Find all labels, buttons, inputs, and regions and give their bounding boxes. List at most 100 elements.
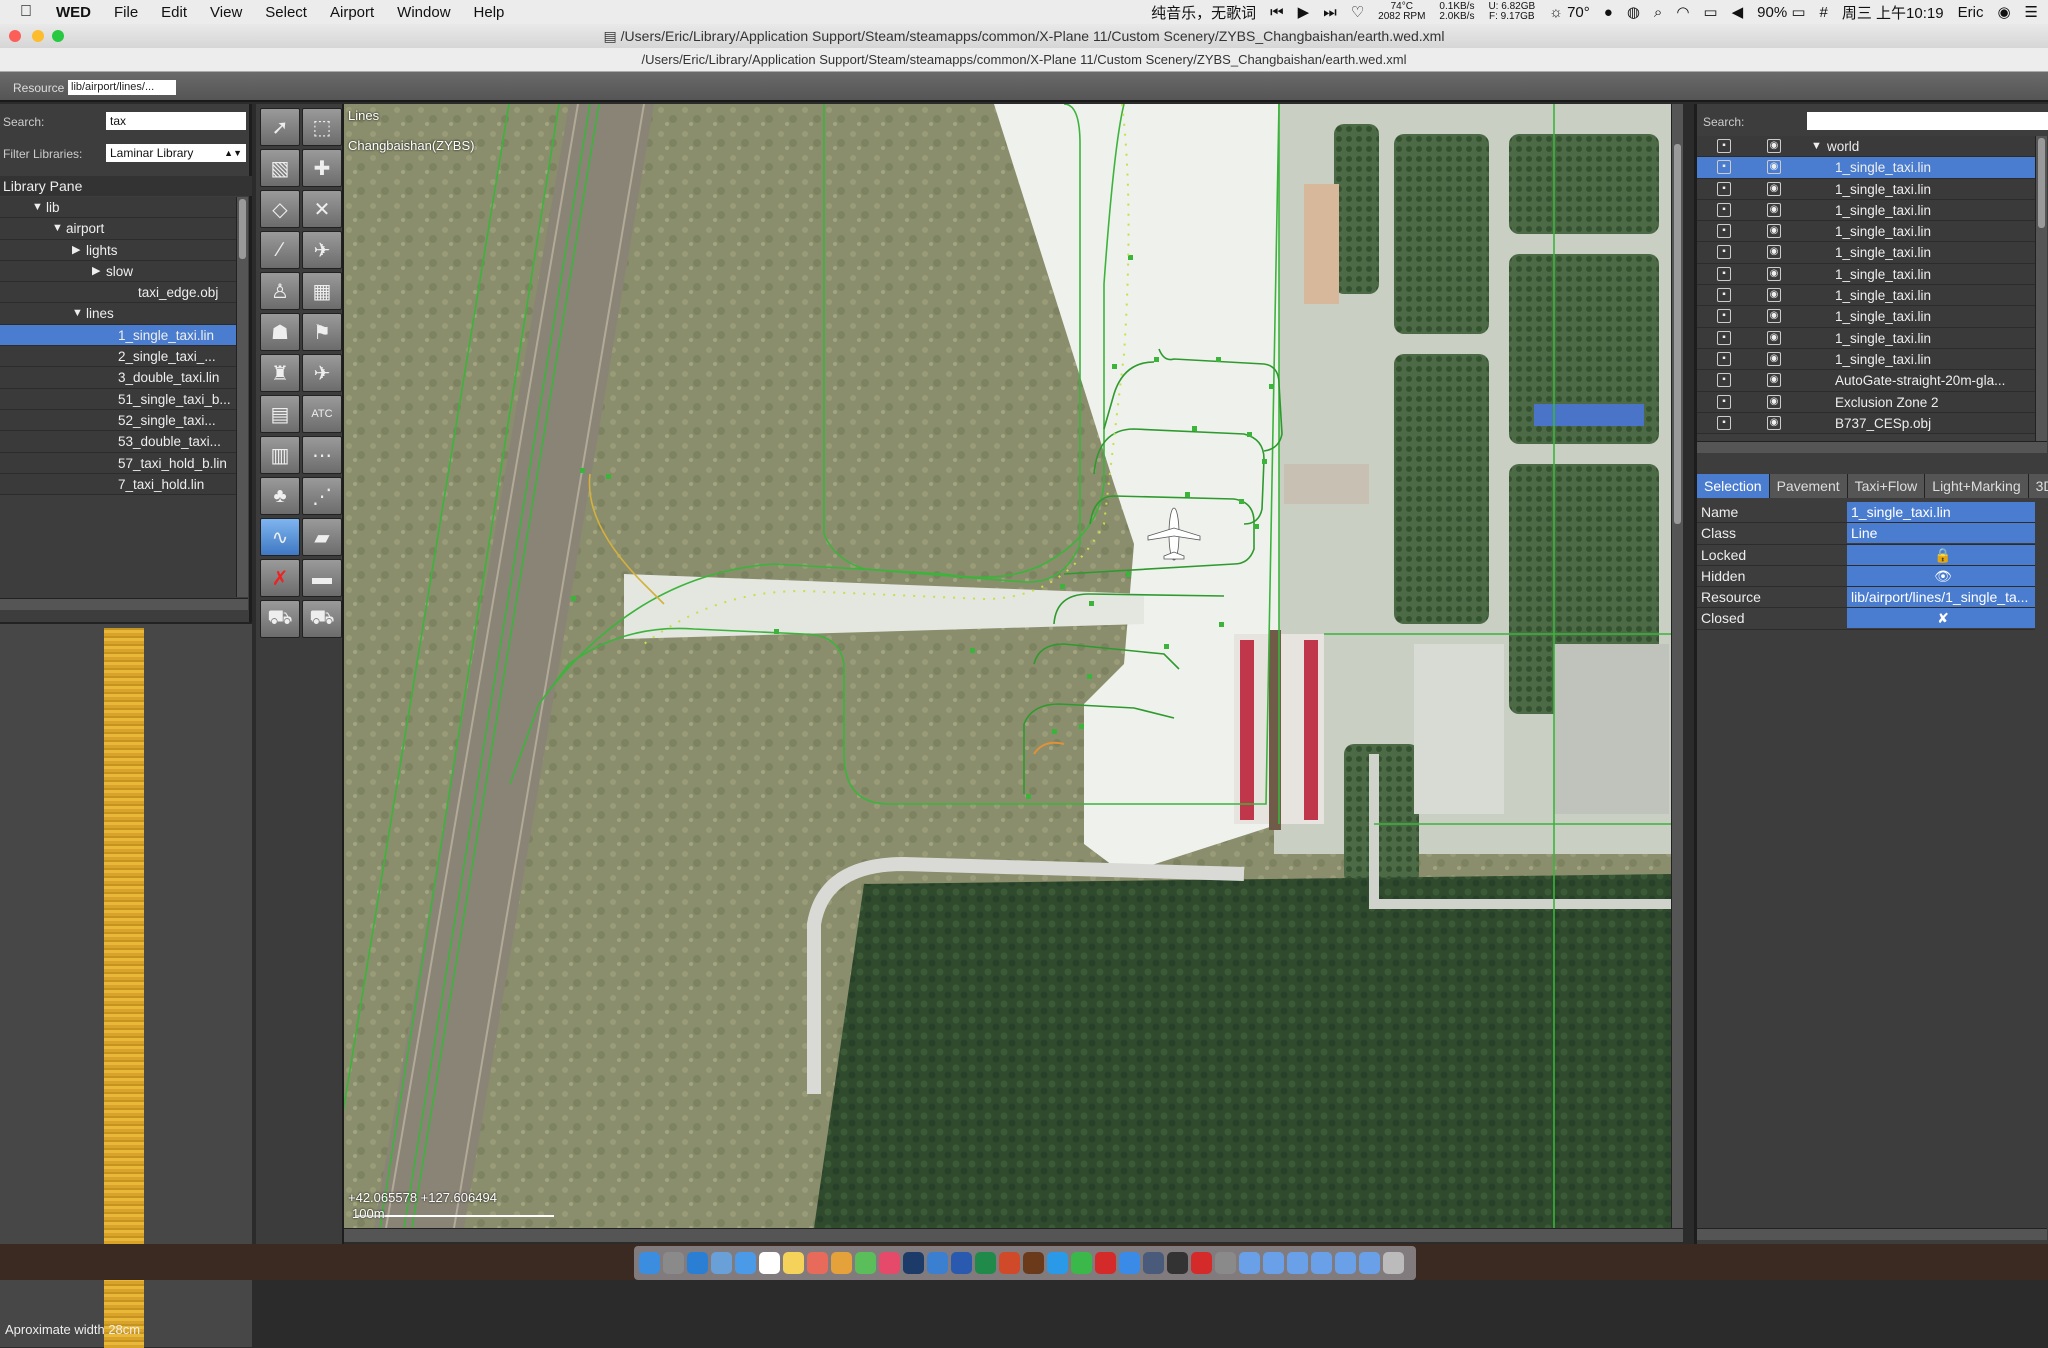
world-tree-item[interactable]: ▪ ◉ 1_single_taxi.lin xyxy=(1697,306,2035,328)
world-tree-item[interactable]: ▪ ◉ 1_single_taxi.lin xyxy=(1697,348,2035,371)
dock-acrobat-icon[interactable] xyxy=(1191,1252,1212,1274)
map-horizontal-scrollbar[interactable] xyxy=(344,1228,1683,1242)
resource-field[interactable]: lib/airport/lines/... xyxy=(68,80,176,95)
polygon-tool-icon[interactable]: ▰ xyxy=(302,518,342,556)
tab-taxi-flow[interactable]: Taxi+Flow xyxy=(1847,474,1926,498)
world-search-input[interactable] xyxy=(1807,112,2048,130)
mem-stats[interactable]: U: 6.82GB F: 9.17GB xyxy=(1488,2,1535,22)
disclosure-open-icon[interactable]: ▼ xyxy=(1811,136,1822,157)
truck-route-tool-icon[interactable]: ⛟ xyxy=(260,600,300,638)
world-tree-item[interactable]: ▪ ◉ AutoGate-straight-20m-gla... xyxy=(1697,370,2035,392)
object-tool-icon[interactable]: ▥ xyxy=(260,436,300,474)
dock-steam-icon[interactable] xyxy=(903,1252,924,1274)
library-tree-item[interactable]: 57_taxi_hold_b.lin xyxy=(0,452,236,474)
world-tree-item[interactable]: ▪ ◉ 1_single_taxi.lin xyxy=(1697,221,2035,243)
menu-edit[interactable]: Edit xyxy=(161,4,187,21)
dock-xcode-icon[interactable] xyxy=(927,1252,948,1274)
library-tree-item[interactable]: 1_single_taxi.lin xyxy=(0,324,236,347)
lock-toggle-icon[interactable]: ▪ xyxy=(1717,351,1731,366)
property-hscrollbar[interactable] xyxy=(1697,1228,2047,1240)
world-tree-item[interactable]: ▪ ◉ 1_single_taxi.lin xyxy=(1697,199,2035,222)
play-icon[interactable]: ▶ xyxy=(1298,3,1310,21)
world-tree-item[interactable]: ▪ ◉ 1_single_taxi.lin xyxy=(1697,263,2035,286)
map-vertical-scroll-thumb[interactable] xyxy=(1674,144,1681,524)
lock-toggle-icon[interactable]: ▪ xyxy=(1717,160,1731,175)
dock-preview-icon[interactable] xyxy=(711,1252,732,1274)
dock-mail-icon[interactable] xyxy=(735,1252,756,1274)
input-method-icon[interactable]: # xyxy=(1820,4,1828,21)
dock-app-store-icon[interactable] xyxy=(1119,1252,1140,1274)
marquee-tool-icon[interactable]: ⬚ xyxy=(302,108,342,146)
map-view[interactable]: Lines Changbaishan(ZYBS) +42.065578 +127… xyxy=(344,104,1671,1228)
library-tree-item[interactable]: ▼ airport xyxy=(0,218,236,240)
library-tree-item[interactable]: 2_single_taxi_... xyxy=(0,346,236,368)
world-tree-scrollbar[interactable] xyxy=(2035,136,2047,441)
truck-tool-icon[interactable]: ⛟ xyxy=(302,600,342,638)
menu-file[interactable]: File xyxy=(114,4,138,21)
visibility-toggle-icon[interactable]: ◉ xyxy=(1767,351,1781,366)
dock-qq-icon[interactable] xyxy=(1047,1252,1068,1274)
property-value-class[interactable]: Line xyxy=(1847,523,2035,544)
visibility-toggle-icon[interactable]: ◉ xyxy=(1767,266,1781,281)
point-tool-icon[interactable]: ⋰ xyxy=(302,477,342,515)
visibility-toggle-icon[interactable]: ◉ xyxy=(1767,309,1781,324)
world-tree-item[interactable]: ▪ ◉ 1_single_taxi.lin xyxy=(1697,242,2035,264)
windsock-tool-icon[interactable]: ✈ xyxy=(302,231,342,269)
world-tree-item[interactable]: ▪ ◉ 1_single_taxi.lin xyxy=(1697,327,2035,349)
disclosure-open-icon[interactable]: ▼ xyxy=(52,218,63,239)
world-tree-item[interactable]: ▪ ◉ Exclusion Zone 2 xyxy=(1697,391,2035,413)
lock-toggle-icon[interactable]: ▪ xyxy=(1717,266,1731,281)
dock-powerpoint-icon[interactable] xyxy=(999,1252,1020,1274)
dock-illustrator-icon[interactable] xyxy=(1023,1252,1044,1274)
apple-icon[interactable]:  xyxy=(20,3,42,21)
line-marking-tool-icon[interactable]: ∿ xyxy=(260,518,300,556)
visibility-toggle-icon[interactable]: ◉ xyxy=(1767,139,1781,153)
taxiway-tool-icon[interactable]: ◇ xyxy=(260,190,300,228)
menu-airport[interactable]: Airport xyxy=(330,4,374,21)
world-tree-item[interactable]: ▪ ◉ 1_single_taxi.lin xyxy=(1697,285,2035,307)
dock-notes-icon[interactable] xyxy=(783,1252,804,1274)
dock-word-icon[interactable] xyxy=(951,1252,972,1274)
lock-toggle-icon[interactable]: ▪ xyxy=(1717,288,1731,303)
dock-downloads-icon[interactable] xyxy=(1239,1252,1260,1274)
map-canvas[interactable] xyxy=(344,104,1671,1228)
user-name[interactable]: Eric xyxy=(1958,4,1984,21)
tab-pavement[interactable]: Pavement xyxy=(1769,474,1848,498)
property-value-hidden[interactable]: 👁 xyxy=(1847,565,2035,586)
heart-icon[interactable]: ♡ xyxy=(1351,3,1364,21)
dock-trash-icon[interactable] xyxy=(1383,1252,1404,1274)
library-tree-scrollbar[interactable] xyxy=(236,197,248,597)
dock-calendar-icon[interactable] xyxy=(759,1252,780,1274)
dock-excel-icon[interactable] xyxy=(975,1252,996,1274)
tower-tool-icon[interactable]: ♜ xyxy=(260,354,300,392)
dock-folder-icon[interactable] xyxy=(1335,1252,1356,1274)
lock-toggle-icon[interactable]: ▪ xyxy=(1717,202,1731,217)
lock-toggle-icon[interactable]: ▪ xyxy=(1717,394,1731,409)
library-tree-item[interactable]: taxi_edge.obj xyxy=(0,282,236,304)
menu-app[interactable]: WED xyxy=(56,4,91,21)
map-vertical-scrollbar[interactable] xyxy=(1671,104,1683,1228)
property-value-locked[interactable]: 🔒 xyxy=(1847,544,2035,565)
boundary-tool-icon[interactable]: ✕ xyxy=(302,190,342,228)
ramp-start-tool-icon[interactable]: ✈ xyxy=(302,354,342,392)
property-value-name[interactable]: 1_single_taxi.lin xyxy=(1847,502,2035,522)
lock-toggle-icon[interactable]: ▪ xyxy=(1717,139,1731,153)
library-search-input[interactable]: tax xyxy=(106,112,246,130)
next-track-icon[interactable]: ⏭ xyxy=(1323,4,1337,21)
qq-icon[interactable]: ● xyxy=(1604,4,1613,21)
visibility-toggle-icon[interactable]: ◉ xyxy=(1767,181,1781,196)
dock-folder-icon[interactable] xyxy=(1311,1252,1332,1274)
library-tree[interactable]: ▼ lib ▼ airport ▶ lights ▶ slow taxi_edge.obj ▼ li… xyxy=(0,197,236,597)
library-tree-item[interactable]: 51_single_taxi_b... xyxy=(0,388,236,410)
disclosure-closed-icon[interactable]: ▶ xyxy=(72,240,80,261)
property-value-resource[interactable]: lib/airport/lines/1_single_ta... xyxy=(1847,587,2035,608)
dock-documents-icon[interactable] xyxy=(1263,1252,1284,1274)
library-filter-select[interactable]: Laminar Library ▲▼ xyxy=(106,144,246,162)
lock-toggle-icon[interactable]: ▪ xyxy=(1717,330,1731,345)
runway-tool-icon[interactable]: ▧ xyxy=(260,149,300,187)
visibility-toggle-icon[interactable]: ◉ xyxy=(1767,224,1781,239)
library-tree-item[interactable]: 53_double_taxi... xyxy=(0,431,236,453)
forest-tool-icon[interactable]: ♣ xyxy=(260,477,300,515)
siri-icon[interactable]: ◉ xyxy=(1997,3,2010,21)
minimize-window-button[interactable] xyxy=(32,30,44,42)
